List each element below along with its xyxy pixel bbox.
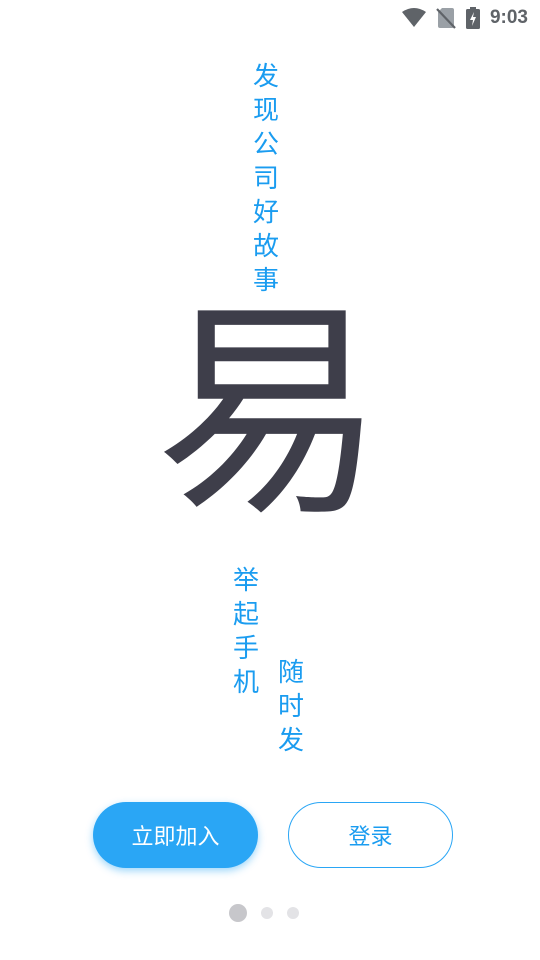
pager-dot[interactable] [261, 907, 273, 919]
status-icons: 9:03 [401, 6, 528, 30]
pager-dot-active[interactable] [229, 904, 247, 922]
tagline-char: 举 [233, 566, 260, 596]
tagline-char: 公 [253, 130, 280, 160]
tagline-char: 时 [278, 692, 305, 722]
tagline-char: 好 [253, 198, 280, 228]
tagline-right: 随 时 发 [278, 656, 304, 758]
battery-charging-icon [465, 7, 480, 29]
login-button[interactable]: 登录 [288, 802, 453, 868]
tagline-char: 起 [233, 600, 260, 630]
no-sim-icon [436, 7, 456, 29]
splash-screen: 9:03 发 现 公 司 好 故 事 易 举 起 手 机 随 时 发 立即加入 … [0, 0, 540, 960]
tagline-char: 手 [233, 634, 260, 664]
tagline-char: 故 [253, 232, 280, 262]
tagline-char: 发 [278, 726, 305, 756]
hero-character: 易 [154, 281, 385, 548]
pager-dot[interactable] [287, 907, 299, 919]
status-bar: 9:03 [0, 0, 540, 36]
wifi-icon [401, 8, 426, 28]
tagline-top: 发 现 公 司 好 故 事 [253, 60, 279, 298]
tagline-char: 机 [233, 668, 260, 698]
tagline-char: 司 [253, 164, 280, 194]
status-time: 9:03 [489, 7, 528, 28]
tagline-char: 发 [253, 62, 280, 92]
pager-indicator [229, 904, 299, 922]
tagline-char: 现 [253, 96, 280, 126]
join-now-button[interactable]: 立即加入 [93, 802, 258, 868]
tagline-char: 随 [278, 658, 305, 688]
tagline-left: 举 起 手 机 [233, 564, 259, 700]
